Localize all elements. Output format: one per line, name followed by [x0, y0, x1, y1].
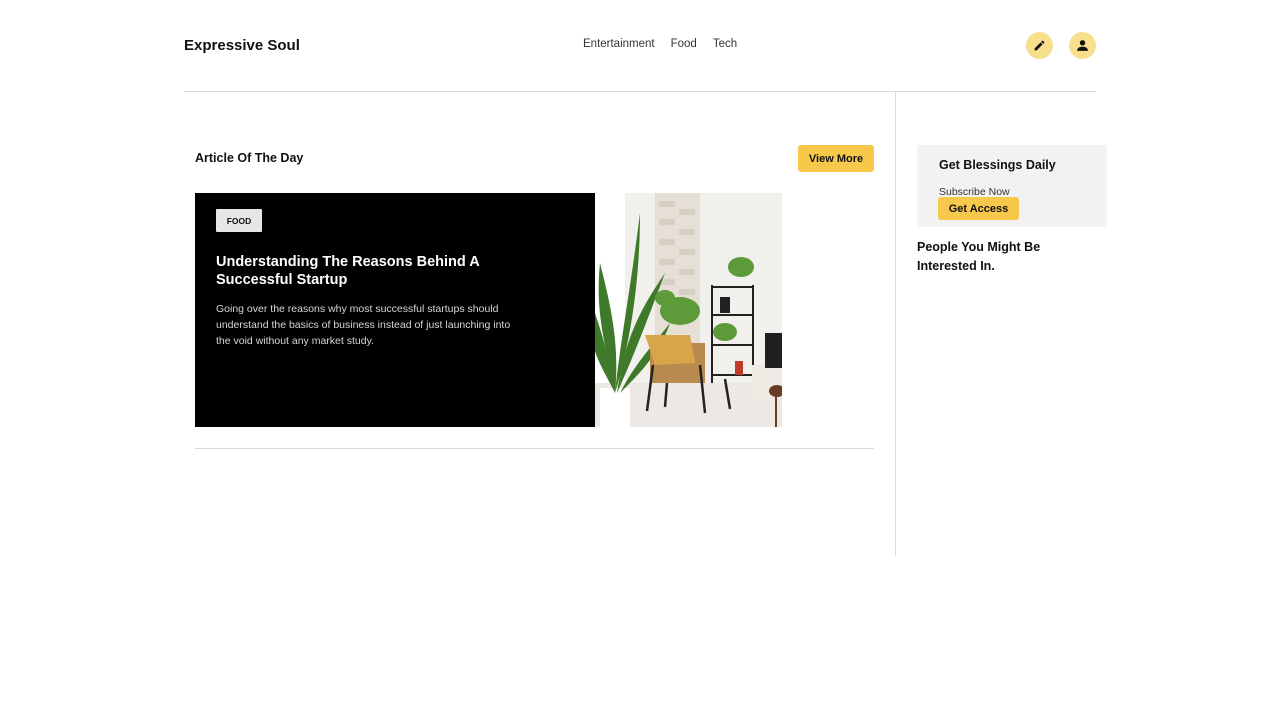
section-divider: [195, 448, 874, 449]
people-section-title: People You Might Be Interested In.: [917, 240, 1041, 273]
nav-link-entertainment[interactable]: Entertainment: [583, 38, 655, 50]
category-tag[interactable]: FOOD: [216, 209, 262, 232]
site-logo[interactable]: Expressive Soul: [184, 37, 300, 54]
nav-link-tech[interactable]: Tech: [713, 38, 737, 50]
write-button[interactable]: [1026, 32, 1053, 59]
sidebar: Get Blessings Daily Subscribe Now Get Ac…: [917, 145, 1107, 273]
site-header: Expressive Soul Entertainment Food Tech: [184, 0, 1096, 92]
profile-button[interactable]: [1069, 32, 1096, 59]
view-more-button[interactable]: View More: [798, 145, 874, 172]
content-divider: [895, 91, 896, 556]
pencil-icon: [1034, 40, 1045, 51]
article-title[interactable]: Understanding The Reasons Behind A Succe…: [216, 253, 516, 289]
nav-link-food[interactable]: Food: [671, 38, 697, 50]
article-card-text: FOOD Understanding The Reasons Behind A …: [195, 193, 595, 427]
interior-photo: [595, 193, 782, 427]
article-description: Going over the reasons why most successf…: [216, 303, 511, 347]
subscribe-title: Get Blessings Daily: [939, 158, 1056, 172]
section-title: Article Of The Day: [195, 151, 304, 165]
user-icon: [1077, 40, 1088, 51]
subscribe-box: Get Blessings Daily Subscribe Now Get Ac…: [917, 145, 1107, 227]
main-nav: Entertainment Food Tech: [583, 38, 737, 50]
get-access-button[interactable]: Get Access: [938, 197, 1019, 220]
article-card[interactable]: FOOD Understanding The Reasons Behind A …: [195, 193, 782, 427]
article-image[interactable]: [595, 193, 782, 427]
